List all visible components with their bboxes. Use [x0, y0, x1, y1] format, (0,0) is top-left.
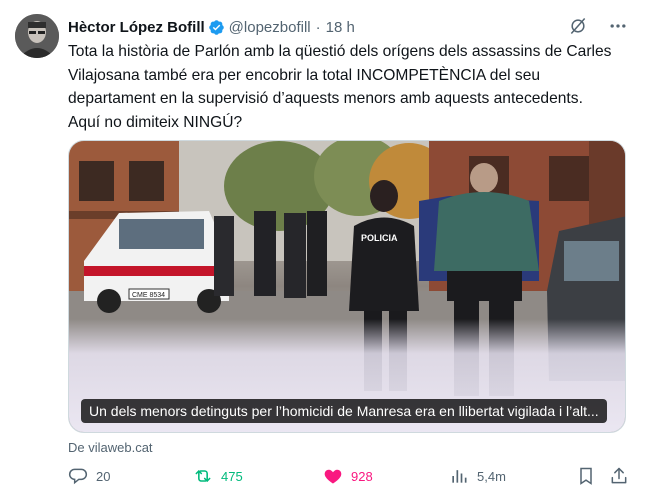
- retweet-icon: [193, 466, 213, 486]
- views-button[interactable]: 5,4m: [449, 466, 506, 486]
- heart-icon: [323, 466, 343, 486]
- reply-count: 20: [96, 468, 111, 484]
- avatar[interactable]: [15, 14, 59, 58]
- views-chart-icon: [449, 466, 469, 486]
- share-button[interactable]: [609, 466, 629, 486]
- share-icon: [609, 466, 629, 486]
- tweet-text: Tota la història de Parlón amb la qüesti…: [68, 40, 628, 134]
- tweet-card[interactable]: Hèctor López Bofill @lopezbofill · 18 h …: [0, 0, 650, 498]
- grok-icon[interactable]: [568, 16, 588, 36]
- tweet-timestamp[interactable]: 18 h: [326, 19, 355, 36]
- header-separator: ·: [315, 18, 321, 36]
- bookmark-icon: [576, 466, 596, 486]
- like-button[interactable]: 928: [323, 466, 373, 486]
- header-actions: [568, 16, 628, 36]
- verified-badge-icon: [208, 19, 225, 36]
- tweet-text-line: Aquí no dimiteix NINGÚ?: [68, 113, 243, 131]
- reply-button[interactable]: 20: [68, 466, 110, 486]
- link-card-image[interactable]: CME 8534 POLICIA Un dels menors detingut…: [68, 140, 626, 433]
- tweet-text-line: departament en la supervisió d’aquests m…: [68, 90, 583, 107]
- tweet-actions: 20 475 928 5,4m: [68, 466, 628, 492]
- reply-icon: [68, 466, 88, 486]
- tweet-text-line: Vilajosana també era per encobrir la tot…: [68, 66, 541, 84]
- views-count: 5,4m: [477, 468, 506, 484]
- bookmark-button[interactable]: [576, 466, 596, 486]
- author-name[interactable]: Hèctor López Bofill: [68, 19, 205, 36]
- author-handle[interactable]: @lopezbofill: [229, 19, 311, 36]
- tweet-text-line: Tota la història de Parlón amb la qüesti…: [68, 43, 612, 60]
- retweet-button[interactable]: 475: [193, 466, 243, 486]
- vest-text: POLICIA: [361, 233, 398, 243]
- tweet-header: Hèctor López Bofill @lopezbofill · 18 h: [68, 16, 355, 38]
- avatar-photo: [15, 14, 59, 58]
- more-options-icon[interactable]: [608, 16, 628, 36]
- retweet-count: 475: [221, 468, 243, 484]
- car-plate-text: CME 8534: [132, 292, 165, 299]
- link-card-caption[interactable]: Un dels menors detinguts per l’homicidi …: [81, 399, 607, 423]
- link-source[interactable]: De vilaweb.cat: [68, 440, 153, 455]
- like-count: 928: [351, 468, 373, 484]
